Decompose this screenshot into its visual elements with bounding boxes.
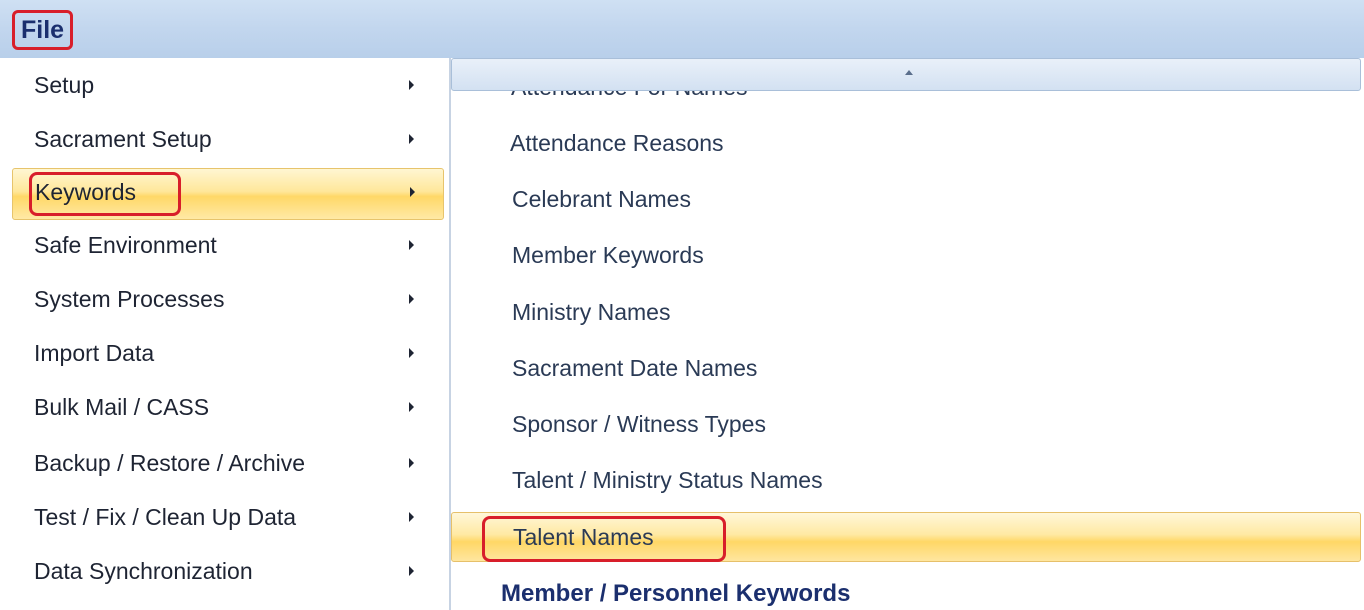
menu-item-import-data[interactable]: Import Data <box>12 330 444 382</box>
menu-item-label: Keywords <box>35 179 136 205</box>
submenu-arrow-icon <box>409 566 414 576</box>
menu-bar: File <box>0 0 1364 59</box>
submenu-item-label: Sacrament Date Names <box>512 355 758 381</box>
submenu-item-label: Attendance Reasons <box>510 130 724 156</box>
scroll-up-button[interactable] <box>451 58 1361 91</box>
menu-item-setup[interactable]: Setup <box>12 62 444 114</box>
menu-item-label: Safe Environment <box>34 232 217 258</box>
menu-item-bulk-mail-cass[interactable]: Bulk Mail / CASS <box>12 384 444 436</box>
submenu-item-talent-names[interactable]: Talent Names <box>451 512 1361 562</box>
submenu-item-sponsor-witness-types[interactable]: Sponsor / Witness Types <box>451 400 1361 450</box>
menu-item-label: Sacrament Setup <box>34 126 212 152</box>
menu-item-label: Backup / Restore / Archive <box>34 450 306 476</box>
submenu-item-label: Member Keywords <box>512 242 704 268</box>
submenu-item-label: Talent Names <box>513 524 654 550</box>
submenu-item-label: Celebrant Names <box>512 186 691 212</box>
menu-item-safe-environment[interactable]: Safe Environment <box>12 222 444 274</box>
submenu-item-label: Ministry Names <box>512 299 671 325</box>
submenu-item-label: Sponsor / Witness Types <box>512 411 766 437</box>
submenu-arrow-icon <box>409 80 414 90</box>
menu-item-keywords[interactable]: Keywords <box>12 168 444 220</box>
menu-item-system-processes[interactable]: System Processes <box>12 276 444 328</box>
menu-item-label: System Processes <box>34 286 225 312</box>
file-menu[interactable]: File <box>12 10 74 50</box>
submenu-section-header: Member / Personnel Keywords <box>501 580 851 607</box>
submenu-item-sacrament-date-names[interactable]: Sacrament Date Names <box>451 344 1361 394</box>
submenu-item-ministry-names[interactable]: Ministry Names <box>451 288 1361 338</box>
menu-item-label: Bulk Mail / CASS <box>34 394 210 420</box>
menu-item-label: Data Synchronization <box>34 558 253 584</box>
submenu-arrow-icon <box>409 512 414 522</box>
menu-item-sacrament-setup[interactable]: Sacrament Setup <box>12 116 444 168</box>
menu-item-test-fix-clean-up-data[interactable]: Test / Fix / Clean Up Data <box>12 494 444 546</box>
submenu-arrow-icon <box>409 294 414 304</box>
menu-item-label: Test / Fix / Clean Up Data <box>34 504 297 530</box>
menu-item-backup-restore-archive[interactable]: Backup / Restore / Archive <box>12 440 444 492</box>
keywords-submenu: Attendance For Names Attendance Reasons … <box>451 58 1364 610</box>
submenu-arrow-icon <box>409 134 414 144</box>
file-dropdown-menu: Setup Sacrament Setup Keywords Safe Envi… <box>0 58 450 610</box>
menu-item-data-synchronization[interactable]: Data Synchronization <box>12 548 444 600</box>
submenu-item-talent-ministry-status-names[interactable]: Talent / Ministry Status Names <box>451 456 1361 506</box>
submenu-item-attendance-reasons[interactable]: Attendance Reasons <box>451 119 1361 169</box>
menu-item-label: Import Data <box>34 340 155 366</box>
submenu-arrow-icon <box>409 348 414 358</box>
submenu-arrow-icon <box>410 187 415 197</box>
submenu-item-label: Talent / Ministry Status Names <box>512 467 823 493</box>
submenu-arrow-icon <box>409 240 414 250</box>
menu-item-label: Setup <box>34 72 95 98</box>
submenu-item-celebrant-names[interactable]: Celebrant Names <box>451 175 1361 225</box>
submenu-item-member-keywords[interactable]: Member Keywords <box>451 231 1361 281</box>
scroll-up-arrow-icon <box>905 70 913 75</box>
submenu-arrow-icon <box>409 402 414 412</box>
submenu-arrow-icon <box>409 458 414 468</box>
